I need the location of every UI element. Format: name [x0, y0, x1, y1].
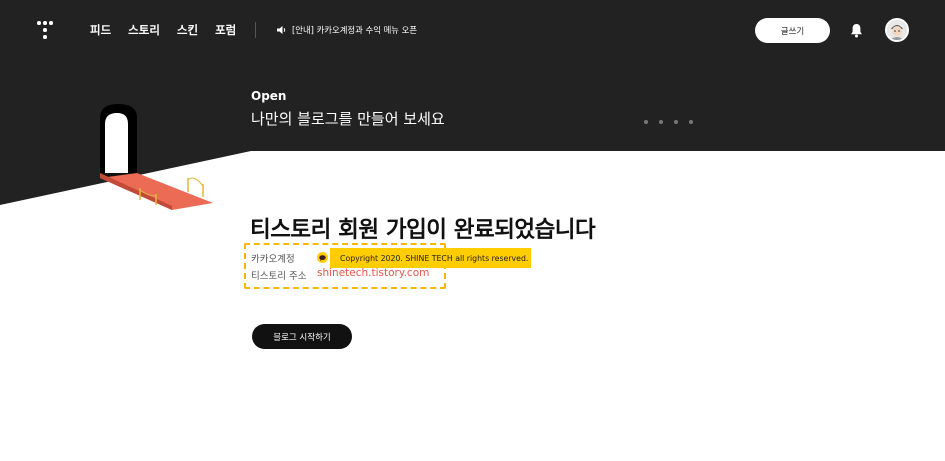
nav-story[interactable]: 스토리	[128, 22, 160, 38]
slide-dot[interactable]	[674, 120, 678, 124]
slide-indicators	[644, 120, 704, 124]
speech-bubble-icon	[319, 254, 326, 261]
kakao-talk-icon	[317, 252, 328, 263]
avatar[interactable]	[885, 18, 909, 42]
speaker-icon	[277, 26, 286, 34]
hero-subtitle: Open	[251, 89, 287, 103]
header-divider	[255, 22, 256, 38]
user-avatar-icon	[887, 20, 907, 40]
hero-title: 나만의 블로그를 만들어 보세요	[251, 110, 445, 128]
nav-forum[interactable]: 포럼	[215, 22, 236, 38]
copyright-overlay: Copyright 2020. SHINE TECH all rights re…	[330, 248, 531, 268]
start-blog-button[interactable]: 블로그 시작하기	[252, 324, 352, 349]
main-nav: 피드 스토리 스킨 포럼	[90, 22, 253, 38]
tistory-address-link[interactable]: shinetech.tistory.com	[317, 267, 429, 279]
slide-dot[interactable]	[689, 120, 693, 124]
tistory-address-label: 티스토리 주소	[251, 271, 307, 282]
open-door-illustration-icon	[100, 104, 213, 210]
signup-complete-title: 티스토리 회원 가입이 완료되었습니다	[250, 217, 596, 243]
kakao-account-label: 카카오계정	[251, 254, 295, 265]
slide-dot[interactable]	[644, 120, 648, 124]
notice-link[interactable]: [안내] 카카오계정과 수익 메뉴 오픈	[277, 24, 417, 36]
notice-text: [안내] 카카오계정과 수익 메뉴 오픈	[292, 25, 418, 35]
write-button[interactable]: 글쓰기	[755, 18, 830, 43]
nav-skin[interactable]: 스킨	[177, 22, 198, 38]
nav-feed[interactable]: 피드	[90, 22, 111, 38]
tistory-logo-icon[interactable]	[37, 21, 53, 39]
bell-icon[interactable]	[850, 23, 863, 38]
slide-dot[interactable]	[659, 120, 663, 124]
